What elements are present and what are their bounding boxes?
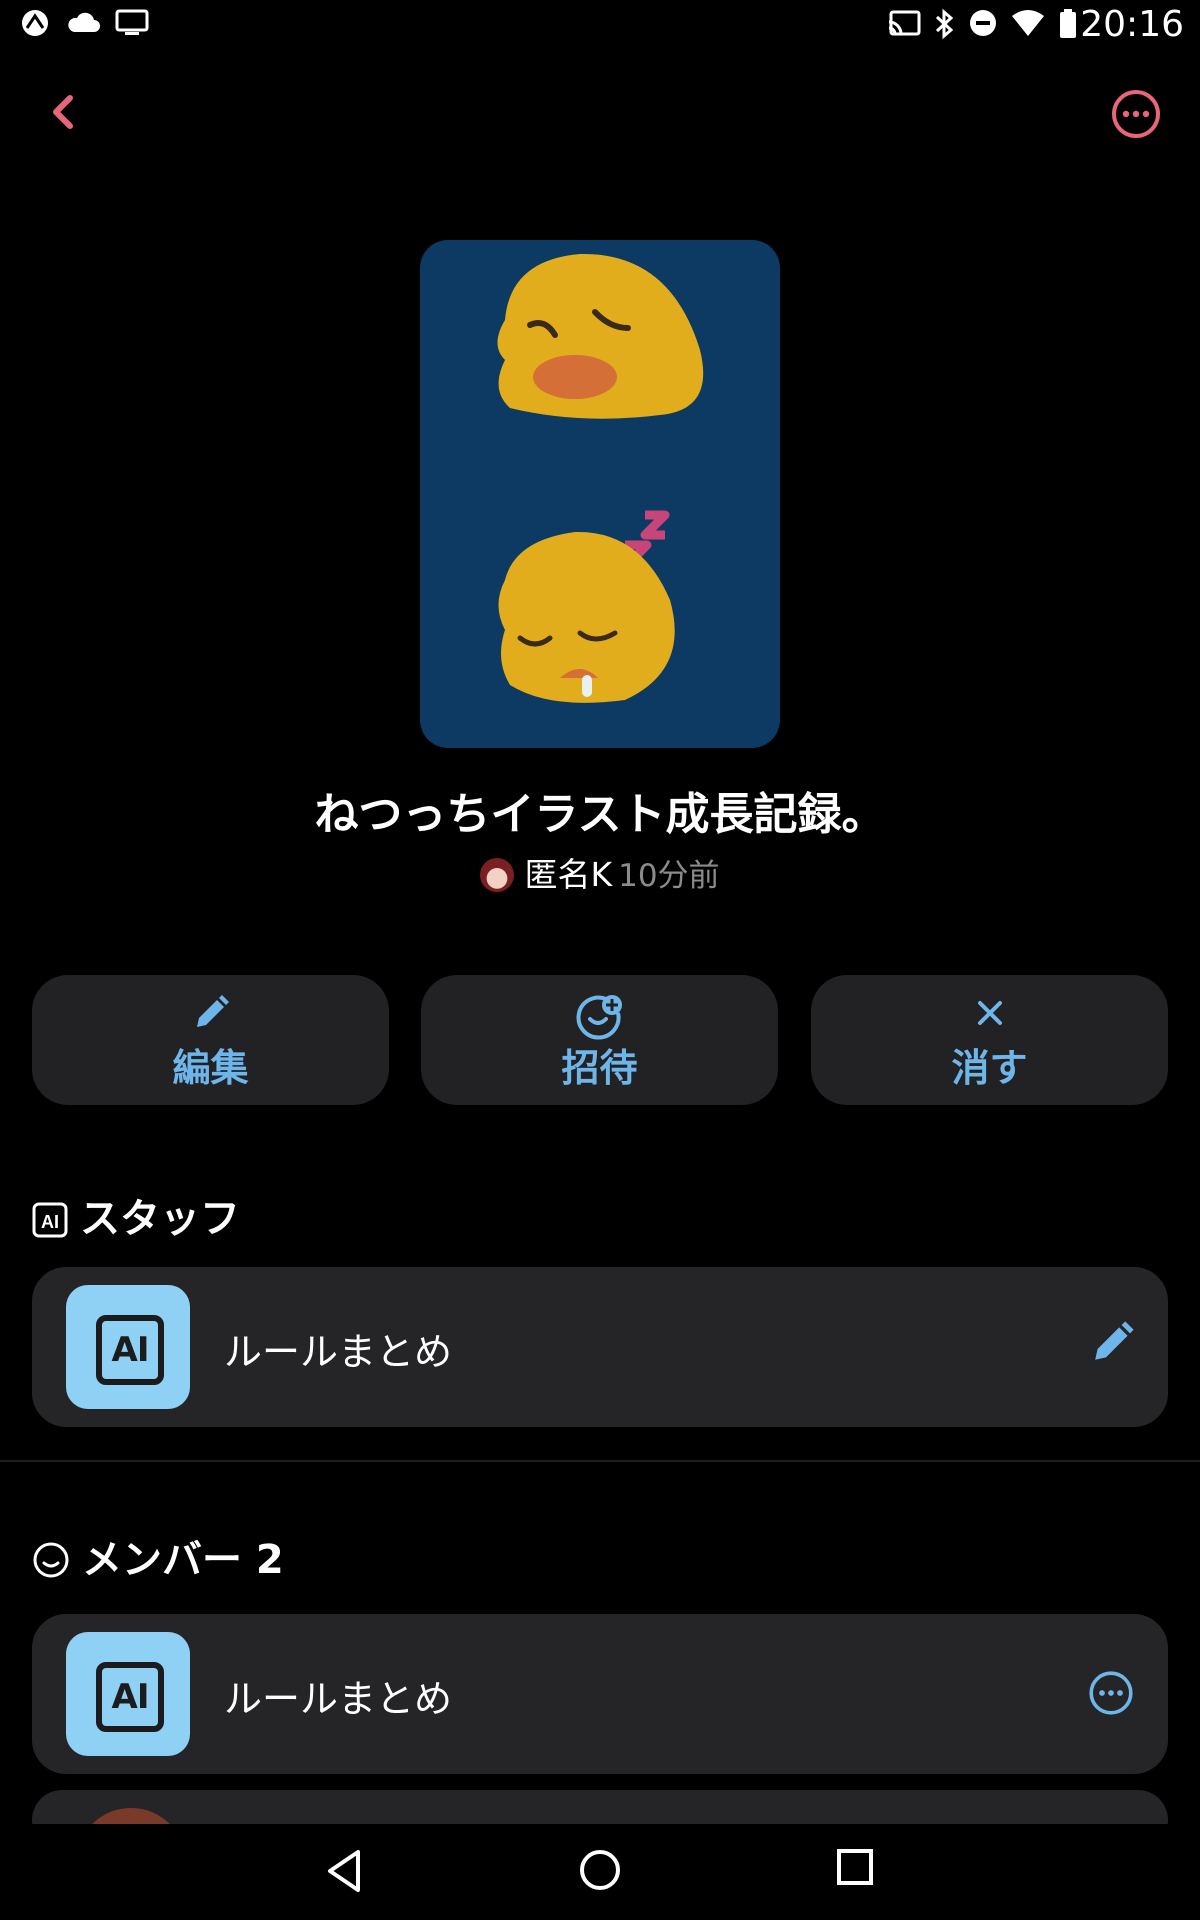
- more-icon: [1112, 90, 1160, 138]
- status-time: 20:16: [1080, 4, 1184, 45]
- monitor-icon: [115, 9, 149, 35]
- status-bar: 20:16: [0, 0, 1200, 48]
- nav-home-icon[interactable]: [576, 1846, 624, 1894]
- cast-icon: [888, 10, 921, 36]
- member-item[interactable]: AI ルールまとめ: [32, 1614, 1168, 1774]
- ai-tile-text: AI: [96, 1315, 164, 1385]
- delete-button[interactable]: 消す: [811, 975, 1168, 1105]
- section-divider: [0, 1460, 1200, 1462]
- smiley-icon: [33, 1542, 69, 1578]
- back-button[interactable]: [36, 80, 92, 144]
- member-section-title: メンバー 2: [32, 1527, 284, 1585]
- invite-face-plus-icon: [576, 995, 622, 1040]
- pencil-icon: [196, 995, 229, 1027]
- system-nav-bar: [0, 1824, 1200, 1920]
- member-item-label: ルールまとめ: [224, 1677, 453, 1721]
- edit-button[interactable]: 編集: [32, 975, 389, 1105]
- staff-item-label: ルールまとめ: [224, 1330, 453, 1374]
- do-not-disturb-icon: [970, 10, 996, 36]
- more-options-button[interactable]: [1106, 84, 1166, 144]
- staff-section-label: スタッフ: [80, 1196, 240, 1242]
- svg-text:AI: AI: [41, 1212, 59, 1232]
- ai-tile-icon: AI: [66, 1285, 190, 1409]
- room-meta: 匿名K 10分前: [0, 848, 1200, 896]
- ai-tile-icon: AI: [66, 1632, 190, 1756]
- member-section-label: メンバー 2: [82, 1537, 284, 1583]
- cloud-icon: [68, 12, 100, 32]
- author-avatar[interactable]: [480, 858, 515, 892]
- chevron-left-icon: [53, 95, 73, 129]
- invite-button[interactable]: 招待: [421, 975, 778, 1105]
- edit-button-label: 編集: [172, 1046, 249, 1090]
- pencil-icon[interactable]: [1088, 1319, 1136, 1367]
- ai-icon: AI: [32, 1202, 68, 1238]
- close-icon: [977, 1001, 1002, 1025]
- more-icon[interactable]: [1084, 1666, 1138, 1720]
- tired-face-emoji: [497, 253, 704, 419]
- author-name[interactable]: 匿名K: [524, 855, 612, 894]
- room-cover-image: [420, 240, 780, 748]
- nav-recents-icon[interactable]: [834, 1846, 878, 1890]
- bluetooth-icon: [935, 8, 954, 40]
- nav-back-icon[interactable]: [322, 1846, 366, 1896]
- battery-icon: [1060, 9, 1076, 38]
- ai-tile-text: AI: [96, 1662, 164, 1732]
- room-title: ねつっちイラスト成長記録。: [314, 789, 886, 840]
- staff-section-title: AI スタッフ: [32, 1186, 240, 1244]
- wifi-icon: [1012, 10, 1044, 36]
- staff-item[interactable]: AI ルールまとめ: [32, 1267, 1168, 1427]
- updated-time: 10分前: [618, 858, 720, 894]
- app-notification-icon: [22, 10, 48, 36]
- sleeping-face-emoji: [498, 531, 675, 703]
- invite-button-label: 招待: [561, 1046, 638, 1090]
- delete-button-label: 消す: [951, 1046, 1028, 1090]
